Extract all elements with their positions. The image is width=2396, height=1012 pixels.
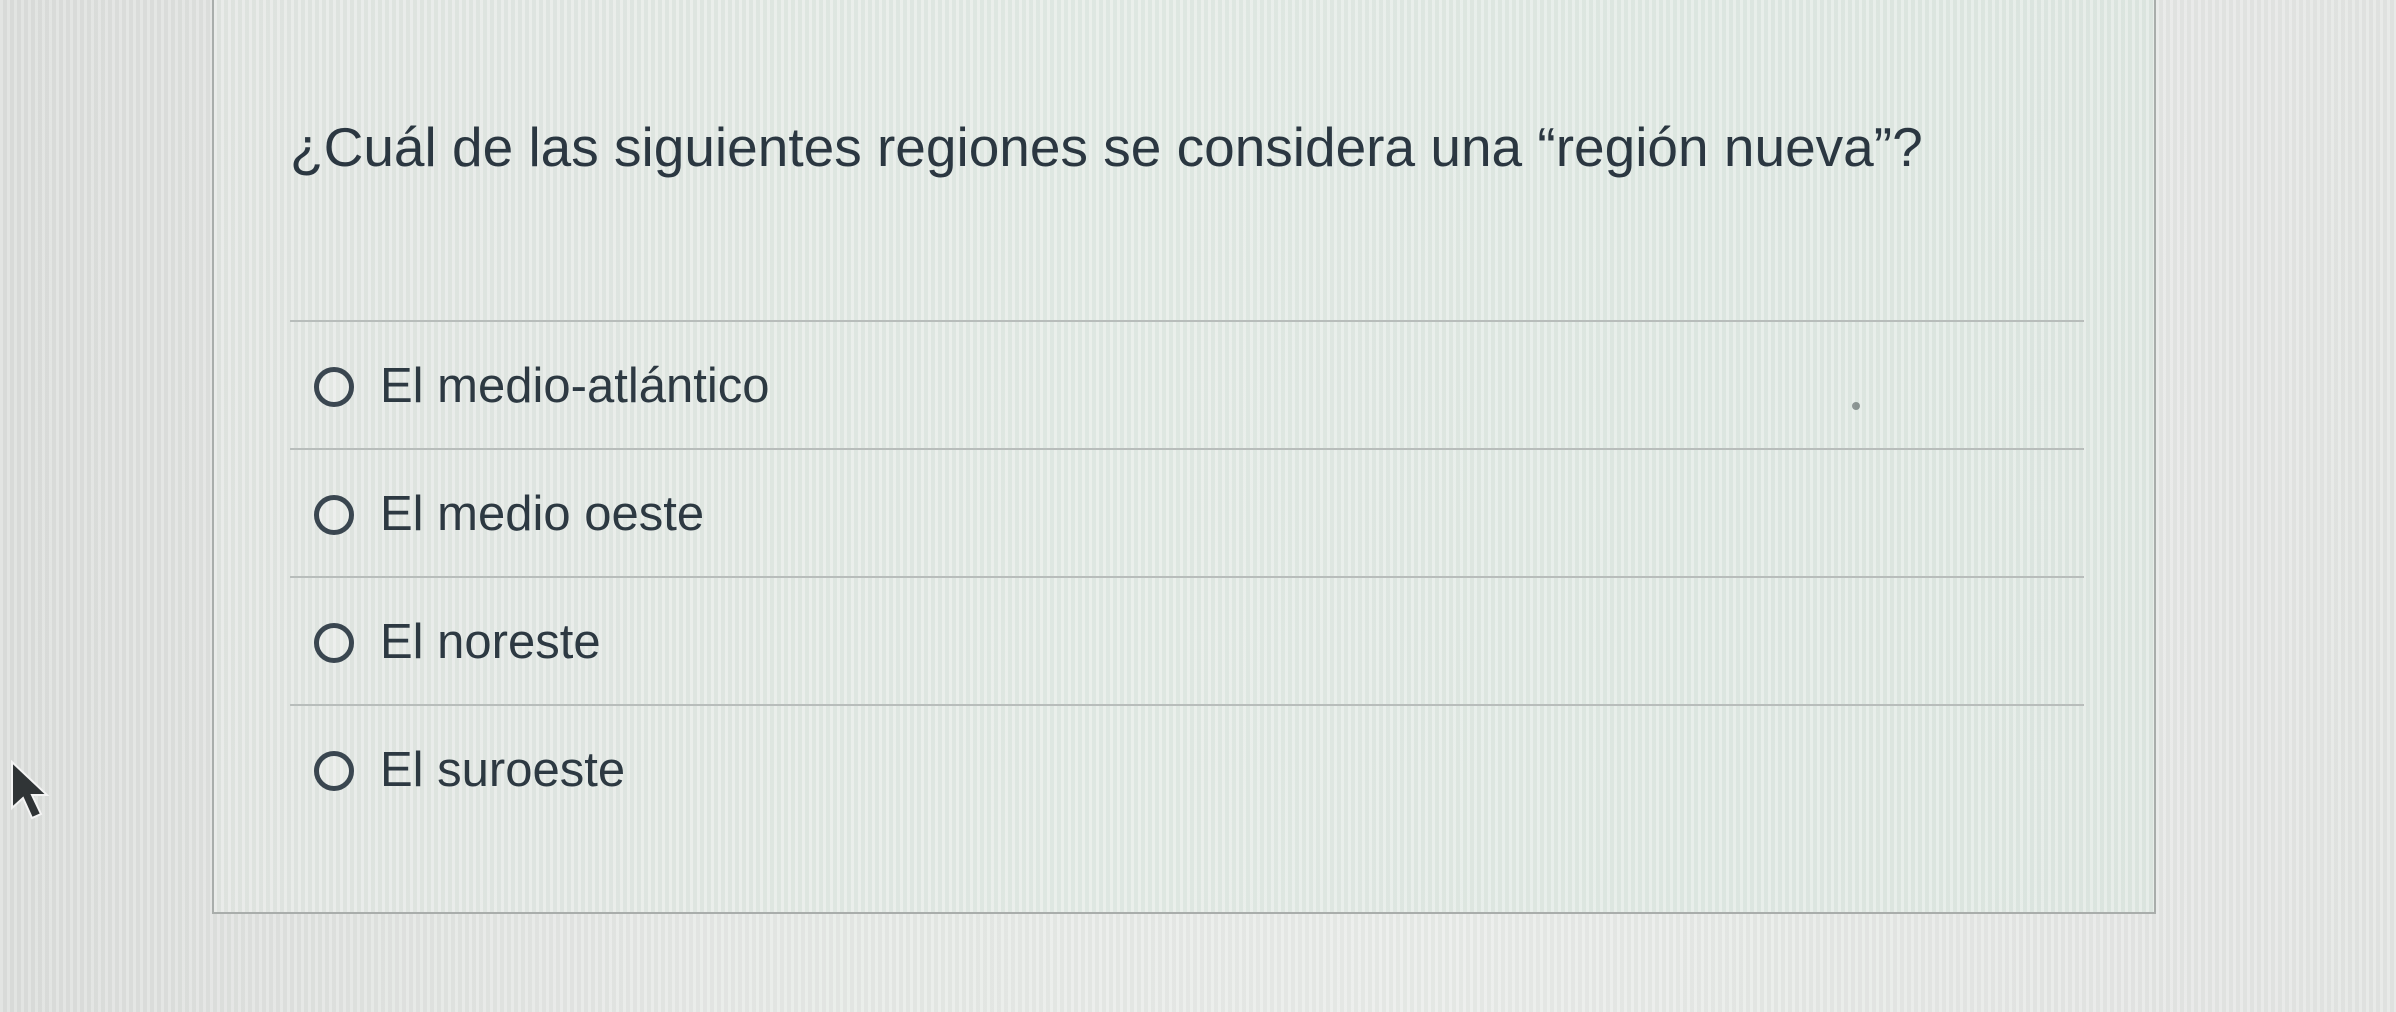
answer-label[interactable]: El noreste — [380, 612, 601, 672]
answer-option-suroeste[interactable]: El suroeste — [290, 704, 2084, 832]
answer-list: El medio-atlántico El medio oeste El nor… — [290, 320, 2084, 832]
question-text: ¿Cuál de las siguientes regiones se cons… — [290, 116, 1923, 178]
radio-button-icon[interactable] — [314, 623, 354, 663]
question-card: ¿Cuál de las siguientes regiones se cons… — [212, 0, 2156, 914]
radio-button-icon[interactable] — [314, 367, 354, 407]
answer-label[interactable]: El medio-atlántico — [380, 356, 769, 416]
answer-option-medio-atlantico[interactable]: El medio-atlántico — [290, 320, 2084, 448]
answer-label[interactable]: El medio oeste — [380, 484, 704, 544]
radio-button-icon[interactable] — [314, 495, 354, 535]
dust-speck — [1852, 402, 1860, 410]
mouse-pointer-icon — [11, 760, 50, 820]
radio-button-icon[interactable] — [314, 751, 354, 791]
answer-label[interactable]: El suroeste — [380, 740, 625, 800]
answer-option-noreste[interactable]: El noreste — [290, 576, 2084, 704]
answer-option-medio-oeste[interactable]: El medio oeste — [290, 448, 2084, 576]
